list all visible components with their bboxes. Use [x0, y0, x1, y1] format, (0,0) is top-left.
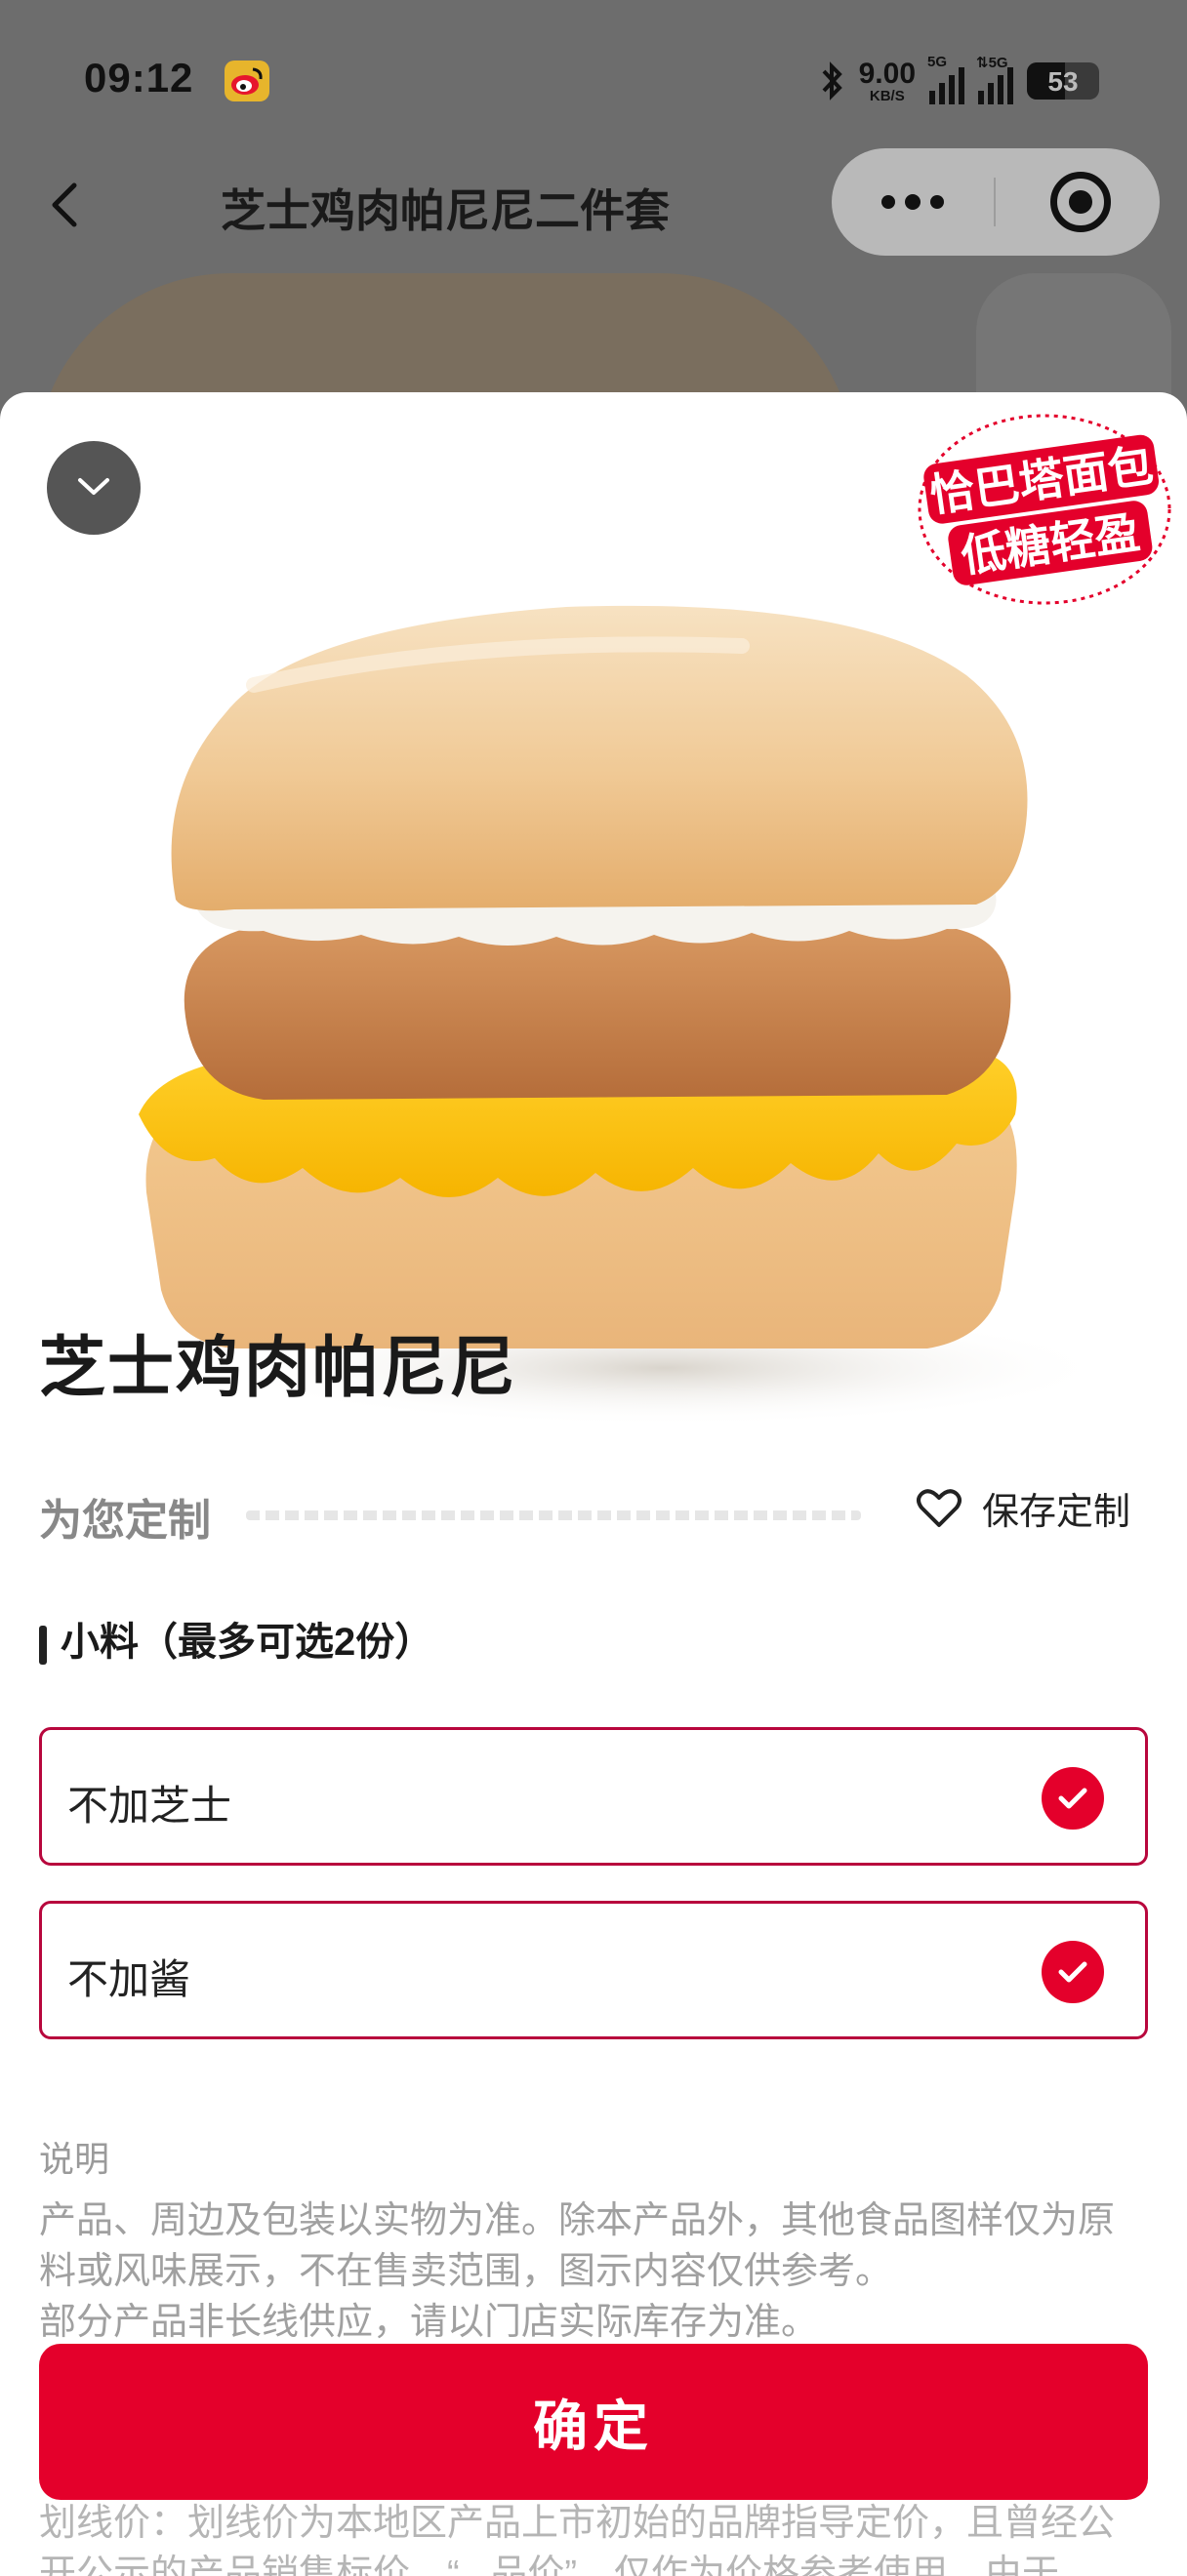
weibo-notification-icon	[225, 60, 269, 101]
network-speed: 9.00 KB/S	[858, 57, 916, 104]
battery-icon: 53	[1027, 62, 1099, 100]
status-bar: 09:12 9.00 KB/S 5G ⇅5G 53	[0, 0, 1187, 146]
signal-icon: 5G	[927, 54, 964, 104]
customize-row: 为您定制 保存定制	[39, 1477, 1148, 1546]
save-customization-button[interactable]: 保存定制	[916, 1481, 1130, 1535]
option-label: 不加芝士	[67, 1783, 232, 1829]
price-note-line: 划线价：划线价为本地区产品上市初始的品牌指导定价，且曾经公	[39, 2503, 1116, 2544]
network-speed-value: 9.00	[858, 57, 916, 90]
customize-divider	[246, 1510, 861, 1520]
network-speed-unit: KB/S	[869, 87, 905, 104]
option-no-sauce[interactable]: 不加酱	[39, 1901, 1148, 2039]
target-icon[interactable]	[1050, 172, 1111, 232]
toppings-section-title: 小料（最多可选2份）	[61, 1621, 434, 1664]
description-title: 说明	[39, 2139, 110, 2179]
product-name: 芝士鸡肉帕尼尼	[39, 1331, 518, 1405]
section-marker	[39, 1626, 47, 1665]
signal-tag: 5G	[927, 54, 948, 70]
capsule-divider	[994, 178, 996, 226]
status-time: 09:12	[84, 55, 194, 101]
bluetooth-icon	[822, 61, 842, 101]
option-label: 不加酱	[67, 1956, 191, 2002]
confirm-button[interactable]: 确定	[39, 2344, 1148, 2500]
chevron-left-icon[interactable]	[41, 176, 90, 234]
miniapp-capsule	[832, 148, 1160, 256]
confirm-button-label: 确定	[533, 2395, 654, 2457]
status-indicators: 9.00 KB/S 5G ⇅5G 53	[820, 54, 1099, 105]
checkmark-icon[interactable]	[1042, 1767, 1104, 1830]
signal-tag-2: ⇅5G	[976, 55, 1008, 71]
description-body: 产品、周边及包装以实物为准。除本产品外，其他食品图样仅为原 料或风味展示，不在售…	[39, 2195, 1148, 2348]
more-dots-icon[interactable]	[832, 148, 994, 256]
toppings-section-header: 小料（最多可选2份）	[39, 1610, 433, 1667]
product-customization-sheet: 恰巴塔面包 低糖轻盈 芝士鸡肉帕尼尼 为您定制 保存定制 小料（最多可选2份） …	[0, 392, 1187, 2576]
signal-icon-2: ⇅5G	[976, 55, 1013, 104]
price-note-line: 开公示的产品销售标价，“...品价”，仅作为价格参考使用，由于	[39, 2554, 1059, 2576]
description-line: 部分产品非长线供应，请以门店实际库存为准。	[39, 2302, 819, 2343]
description-line: 料或风味展示，不在售卖范围，图示内容仅供参考。	[39, 2251, 893, 2292]
page-title: 芝士鸡肉帕尼尼二件套	[221, 185, 670, 236]
heart-outline-icon	[917, 1488, 962, 1527]
save-customization-label: 保存定制	[982, 1492, 1131, 1533]
chevron-down-icon[interactable]	[47, 441, 141, 535]
customize-label: 为您定制	[39, 1497, 211, 1545]
checkmark-icon[interactable]	[1042, 1941, 1104, 2003]
option-no-cheese[interactable]: 不加芝士	[39, 1727, 1148, 1866]
price-note: 划线价：划线价为本地区产品上市初始的品牌指导定价，且曾经公 开公示的产品销售标价…	[39, 2498, 1148, 2576]
description-line: 产品、周边及包装以实物为准。除本产品外，其他食品图样仅为原	[39, 2200, 1116, 2241]
battery-level: 53	[1047, 66, 1079, 97]
